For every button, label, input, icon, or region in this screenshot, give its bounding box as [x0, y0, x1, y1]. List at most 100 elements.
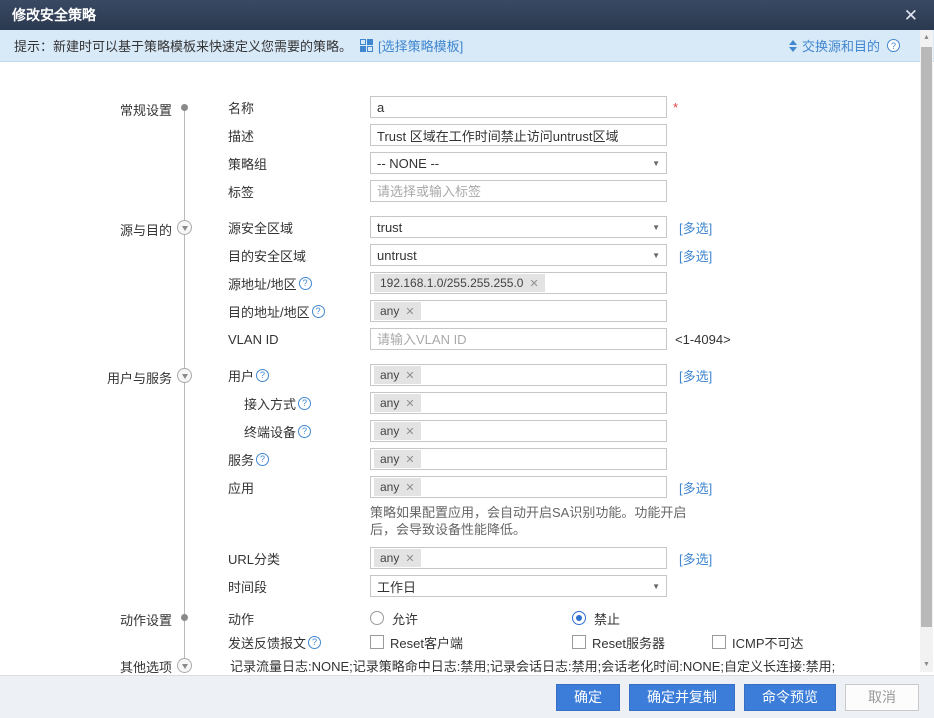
hint-bar: 提示：新建时可以基于策略模板来快速定义您需要的策略。 [选择策略模板] 交换源和…	[0, 30, 934, 62]
chevron-down-icon: ▼	[652, 159, 660, 168]
terminal-device-tag-value: any	[380, 424, 399, 438]
scrollbar-thumb[interactable]	[921, 47, 932, 627]
tags-input[interactable]	[370, 180, 667, 202]
reset-client-option[interactable]: Reset客户端	[370, 633, 572, 652]
url-category-tag-value: any	[380, 551, 399, 565]
ok-button[interactable]: 确定	[556, 684, 620, 711]
feedback-packet-help-icon[interactable]: ?	[308, 636, 321, 649]
src-address-tagbox[interactable]: 192.168.1.0/255.255.255.0✕	[370, 272, 667, 294]
access-mode-tag: any ✕	[374, 394, 421, 412]
src-zone-value: trust	[377, 220, 402, 235]
terminal-device-tag: any ✕	[374, 422, 421, 440]
section-user-service-collapse-icon[interactable]	[177, 368, 192, 383]
user-tag-value: any	[380, 368, 399, 382]
tag-remove-icon[interactable]: ✕	[529, 277, 538, 290]
close-icon[interactable]: ✕	[900, 7, 922, 24]
vlan-id-label: VLAN ID	[228, 332, 370, 347]
feedback-packet-label: 发送反馈报文	[228, 633, 306, 652]
url-category-multi-select-link[interactable]: [多选]	[679, 549, 712, 568]
select-policy-template-link[interactable]: [选择策略模板]	[378, 36, 463, 55]
service-label: 服务	[228, 450, 254, 469]
access-mode-tag-value: any	[380, 396, 399, 410]
icmp-unreachable-option[interactable]: ICMP不可达	[712, 633, 804, 652]
src-address-help-icon[interactable]: ?	[299, 277, 312, 290]
access-mode-label: 接入方式	[244, 394, 296, 413]
radio-unchecked-icon[interactable]	[370, 611, 384, 625]
tags-row: 标签	[228, 180, 934, 202]
action-deny-option[interactable]: 禁止	[572, 609, 620, 628]
url-category-tag: any ✕	[374, 549, 421, 567]
dst-address-tagbox[interactable]: any✕	[370, 300, 667, 322]
src-zone-select[interactable]: trust ▼	[370, 216, 667, 238]
src-address-row: 源地址/地区? 192.168.1.0/255.255.255.0✕	[228, 272, 934, 294]
feedback-packet-row: 发送反馈报文? Reset客户端 Reset服务器 ICMP不可达	[228, 633, 934, 651]
section-source-dest-collapse-icon[interactable]	[177, 220, 192, 235]
action-row: 动作 允许 禁止	[228, 609, 934, 627]
service-tagbox[interactable]: any✕	[370, 448, 667, 470]
swap-help-icon[interactable]: ?	[887, 39, 900, 52]
dst-address-tag: any✕	[374, 302, 421, 320]
scroll-up-icon[interactable]: ▲	[920, 30, 933, 45]
tag-remove-icon[interactable]: ✕	[405, 552, 414, 565]
terminal-device-help-icon[interactable]: ?	[298, 425, 311, 438]
reset-server-option[interactable]: Reset服务器	[572, 633, 712, 652]
user-multi-select-link[interactable]: [多选]	[679, 366, 712, 385]
url-category-tagbox[interactable]: any ✕	[370, 547, 667, 569]
action-allow-option[interactable]: 允许	[370, 609, 572, 628]
scroll-down-icon[interactable]: ▼	[920, 657, 933, 672]
checkbox-unchecked-icon[interactable]	[712, 635, 726, 649]
name-input[interactable]	[370, 96, 667, 118]
dst-zone-select[interactable]: untrust ▼	[370, 244, 667, 266]
tag-remove-icon[interactable]: ✕	[405, 481, 414, 494]
checkbox-unchecked-icon[interactable]	[572, 635, 586, 649]
tag-remove-icon[interactable]: ✕	[405, 369, 414, 382]
tag-remove-icon[interactable]: ✕	[405, 425, 414, 438]
time-range-label: 时间段	[228, 577, 370, 596]
access-mode-row: 接入方式? any ✕	[228, 392, 934, 414]
tag-remove-icon[interactable]: ✕	[405, 305, 414, 318]
policy-group-select[interactable]: -- NONE -- ▼	[370, 152, 667, 174]
swap-source-dest-control[interactable]: 交换源和目的 ?	[789, 36, 900, 55]
section-source-dest: 源与目的	[0, 220, 172, 239]
command-preview-button[interactable]: 命令预览	[744, 684, 836, 711]
service-row: 服务? any✕	[228, 448, 934, 470]
section-other-collapse-icon[interactable]	[177, 658, 192, 673]
tags-label: 标签	[228, 182, 370, 201]
policy-group-row: 策略组 -- NONE -- ▼	[228, 152, 934, 174]
policy-group-value: -- NONE --	[377, 156, 439, 171]
description-label: 描述	[228, 126, 370, 145]
description-row: 描述	[228, 124, 934, 146]
dst-address-help-icon[interactable]: ?	[312, 305, 325, 318]
hint-text: 提示：新建时可以基于策略模板来快速定义您需要的策略。	[14, 36, 352, 55]
vertical-scrollbar[interactable]: ▲ ▼	[920, 30, 933, 672]
form-content: 常规设置 源与目的 用户与服务 动作设置 其他选项 名称 * 描述 策略组	[0, 62, 934, 675]
chevron-down-icon: ▼	[652, 251, 660, 260]
src-zone-multi-select-link[interactable]: [多选]	[679, 218, 712, 237]
checkbox-unchecked-icon[interactable]	[370, 635, 384, 649]
application-tagbox[interactable]: any✕	[370, 476, 667, 498]
template-grid-icon	[360, 39, 373, 52]
user-help-icon[interactable]: ?	[256, 369, 269, 382]
description-input[interactable]	[370, 124, 667, 146]
dst-zone-multi-select-link[interactable]: [多选]	[679, 246, 712, 265]
cancel-button[interactable]: 取消	[845, 684, 919, 711]
tag-remove-icon[interactable]: ✕	[405, 397, 414, 410]
src-zone-label: 源安全区域	[228, 218, 370, 237]
vlan-id-row: VLAN ID <1-4094>	[228, 328, 934, 350]
time-range-select[interactable]: 工作日 ▼	[370, 575, 667, 597]
section-user-service: 用户与服务	[0, 368, 172, 387]
name-label: 名称	[228, 98, 370, 117]
url-category-label: URL分类	[228, 549, 370, 568]
service-help-icon[interactable]: ?	[256, 453, 269, 466]
user-tagbox[interactable]: any ✕	[370, 364, 667, 386]
ok-and-copy-button[interactable]: 确定并复制	[629, 684, 735, 711]
access-mode-help-icon[interactable]: ?	[298, 397, 311, 410]
terminal-device-tagbox[interactable]: any ✕	[370, 420, 667, 442]
application-multi-select-link[interactable]: [多选]	[679, 478, 712, 497]
access-mode-tagbox[interactable]: any ✕	[370, 392, 667, 414]
tag-remove-icon[interactable]: ✕	[405, 453, 414, 466]
radio-checked-icon[interactable]	[572, 611, 586, 625]
vlan-id-input[interactable]	[370, 328, 667, 350]
time-range-value: 工作日	[377, 577, 416, 596]
application-tag: any✕	[374, 478, 421, 496]
